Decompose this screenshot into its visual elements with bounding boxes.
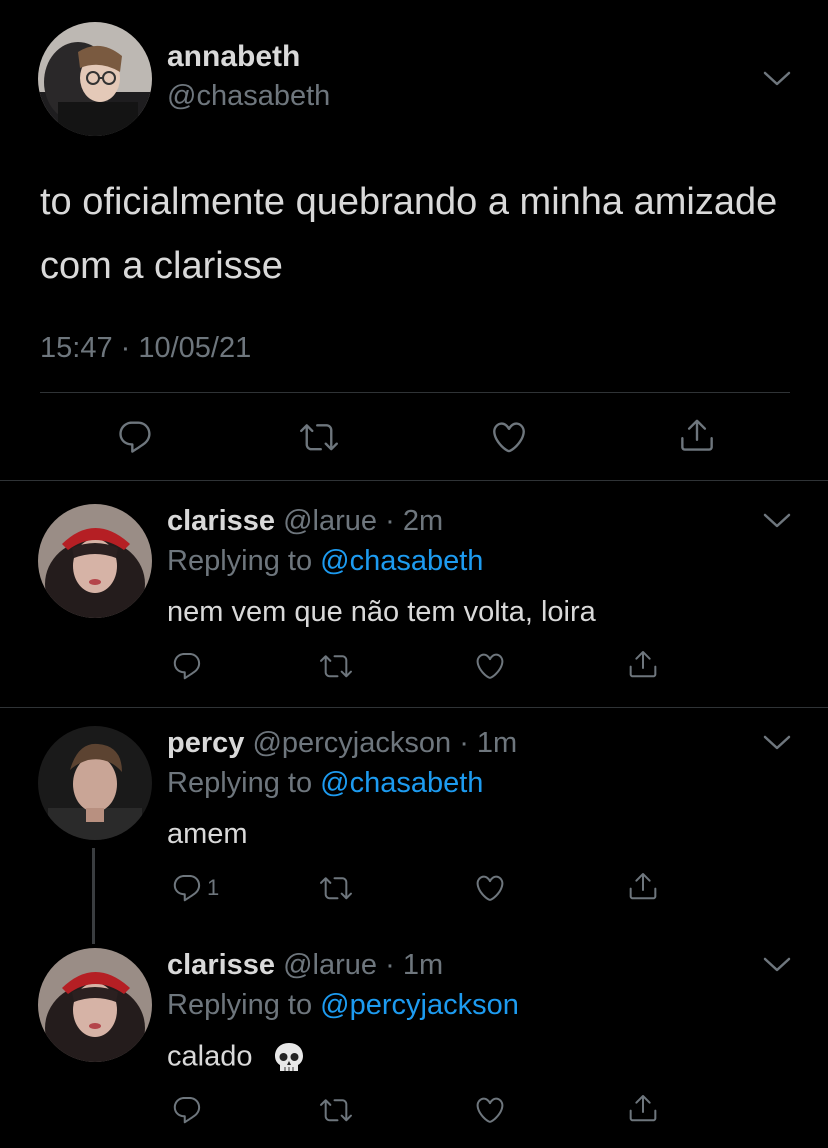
replying-to-label: Replying to bbox=[167, 545, 321, 577]
separator: · bbox=[377, 949, 403, 981]
like-button[interactable] bbox=[474, 872, 506, 904]
reply-text: nem vem que não tem volta, loira bbox=[167, 596, 596, 628]
reply-handle[interactable]: @larue bbox=[283, 949, 377, 981]
thread-connector bbox=[92, 848, 95, 944]
share-button[interactable] bbox=[627, 1092, 659, 1124]
author-handle[interactable]: @chasabeth bbox=[167, 80, 330, 113]
author-avatar[interactable] bbox=[38, 22, 152, 136]
reply-text: calado bbox=[167, 1040, 307, 1076]
reply-avatar[interactable] bbox=[38, 726, 152, 840]
retweet-button[interactable] bbox=[300, 418, 338, 456]
tweet-text: to oficialmente quebrando a minha amizad… bbox=[40, 181, 778, 287]
retweet-icon bbox=[320, 872, 352, 904]
replying-to-label: Replying to bbox=[167, 767, 321, 799]
retweet-button[interactable] bbox=[320, 650, 352, 682]
reply-avatar[interactable] bbox=[38, 504, 152, 618]
reply-time[interactable]: 2m bbox=[403, 505, 443, 537]
separator: · bbox=[377, 505, 403, 537]
reply-time[interactable]: 1m bbox=[403, 949, 443, 981]
replying-to: Replying to @chasabeth bbox=[167, 767, 483, 800]
reply-header: clarisse @larue · 1m bbox=[167, 949, 443, 982]
divider bbox=[0, 480, 828, 481]
share-icon bbox=[678, 416, 716, 454]
like-icon bbox=[474, 872, 506, 904]
divider bbox=[40, 392, 790, 393]
reply-name[interactable]: clarisse bbox=[167, 949, 275, 981]
share-icon bbox=[627, 1092, 659, 1124]
retweet-button[interactable] bbox=[320, 1094, 352, 1126]
like-icon bbox=[490, 418, 528, 456]
chevron-down-icon[interactable] bbox=[763, 512, 791, 530]
replying-to: Replying to @percyjackson bbox=[167, 989, 519, 1022]
retweet-icon bbox=[320, 650, 352, 682]
chevron-down-icon[interactable] bbox=[763, 956, 791, 974]
divider bbox=[0, 707, 828, 708]
chevron-down-icon[interactable] bbox=[763, 734, 791, 752]
reply-name[interactable]: clarisse bbox=[167, 505, 275, 537]
reply-header: percy @percyjackson · 1m bbox=[167, 727, 517, 760]
mention-link[interactable]: @percyjackson bbox=[320, 989, 519, 1021]
like-button[interactable] bbox=[474, 650, 506, 682]
reply-button[interactable] bbox=[171, 650, 203, 682]
reply-header: clarisse @larue · 2m bbox=[167, 505, 443, 538]
chevron-down-icon[interactable] bbox=[763, 70, 791, 88]
retweet-icon bbox=[320, 1094, 352, 1126]
separator: · bbox=[451, 727, 477, 759]
reply-icon bbox=[171, 650, 203, 682]
share-button[interactable] bbox=[627, 648, 659, 680]
retweet-button[interactable] bbox=[320, 872, 352, 904]
reply-button[interactable]: 1 bbox=[171, 872, 219, 904]
reply-time[interactable]: 1m bbox=[477, 727, 517, 759]
like-icon bbox=[474, 1094, 506, 1126]
like-button[interactable] bbox=[490, 418, 528, 456]
reply-button[interactable] bbox=[171, 1094, 203, 1126]
reply-icon bbox=[171, 872, 203, 904]
skull-emoji bbox=[274, 1043, 303, 1071]
author-name[interactable]: annabeth bbox=[167, 40, 300, 74]
reply-handle[interactable]: @larue bbox=[283, 505, 377, 537]
reply-name[interactable]: percy bbox=[167, 727, 244, 759]
share-icon bbox=[627, 648, 659, 680]
share-button[interactable] bbox=[678, 416, 716, 454]
reply-button[interactable] bbox=[116, 418, 154, 456]
retweet-icon bbox=[300, 418, 338, 456]
reply-icon bbox=[116, 418, 154, 456]
replying-to-label: Replying to bbox=[167, 989, 321, 1021]
reply-avatar[interactable] bbox=[38, 948, 152, 1062]
like-icon bbox=[474, 650, 506, 682]
mention-link[interactable]: @chasabeth bbox=[320, 767, 483, 799]
reply-icon bbox=[171, 1094, 203, 1126]
reply-handle[interactable]: @percyjackson bbox=[252, 727, 451, 759]
replying-to: Replying to @chasabeth bbox=[167, 545, 483, 578]
mention-link[interactable]: @chasabeth bbox=[320, 545, 483, 577]
like-button[interactable] bbox=[474, 1094, 506, 1126]
share-button[interactable] bbox=[627, 870, 659, 902]
share-icon bbox=[627, 870, 659, 902]
reply-text-content: calado bbox=[167, 1040, 253, 1073]
tweet-timestamp[interactable]: 15:47 · 10/05/21 bbox=[40, 332, 251, 365]
reply-count: 1 bbox=[207, 875, 220, 900]
reply-text: amem bbox=[167, 818, 248, 850]
